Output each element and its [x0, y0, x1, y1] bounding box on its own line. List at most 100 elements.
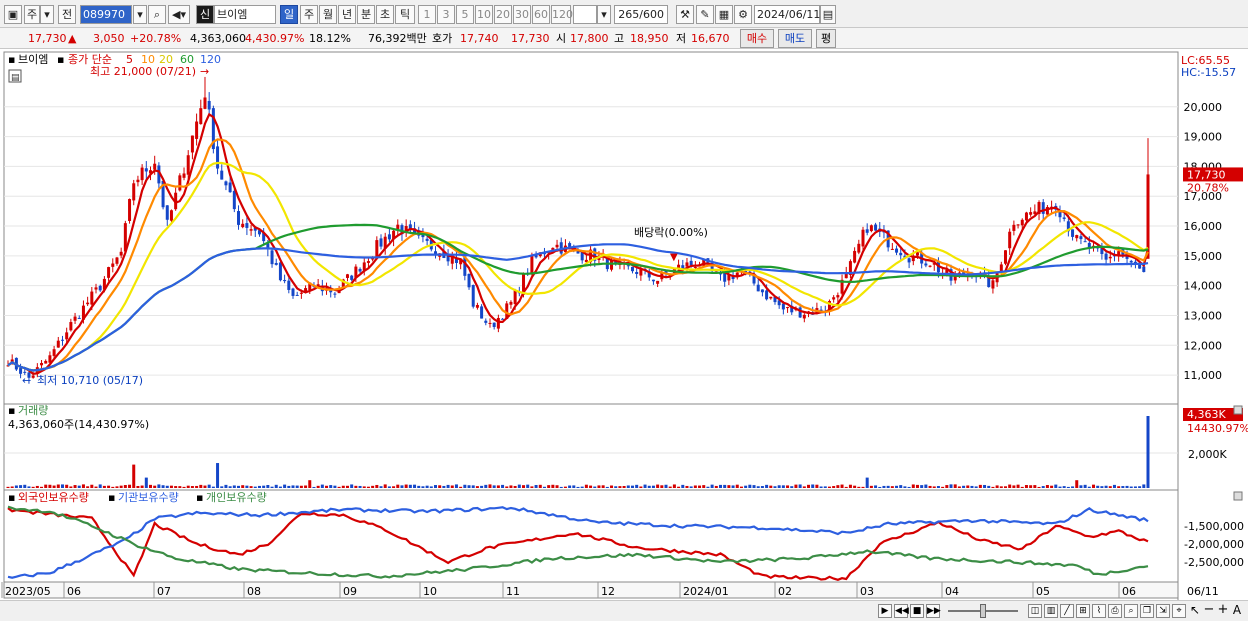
pointer-icon[interactable]: ↖	[1188, 604, 1202, 618]
candle-body	[769, 296, 773, 299]
dividend-marker-icon: ▼	[670, 252, 678, 263]
zoom-out-icon[interactable]: −	[1202, 603, 1216, 618]
search-icon[interactable]: ⌕	[148, 5, 166, 24]
candle-body	[216, 146, 220, 169]
draw-icon[interactable]: ✎	[696, 5, 714, 24]
interval-30[interactable]: 30	[513, 5, 531, 24]
crosshair-icon[interactable]: ⌖	[1172, 604, 1186, 618]
volume-bar	[555, 485, 559, 488]
volume-bar	[19, 485, 23, 488]
magnifier-icon[interactable]: ⌕	[1124, 604, 1138, 618]
period-month[interactable]: 월	[319, 5, 337, 24]
volume-panel-close-icon[interactable]	[1233, 405, 1243, 415]
interval-custom-input[interactable]	[573, 5, 597, 24]
interval-120[interactable]: 120	[551, 5, 573, 24]
market-dropdown-icon[interactable]: ▾	[40, 5, 54, 24]
volume-bar	[354, 485, 358, 488]
volume-bar	[807, 484, 811, 488]
code-dropdown-icon[interactable]: ▾	[133, 5, 147, 24]
candle-body	[425, 238, 429, 241]
candle-body	[480, 306, 484, 319]
volume-bar	[249, 486, 253, 488]
gear-icon[interactable]: ⚙	[734, 5, 752, 24]
candle-body	[861, 229, 865, 247]
candle-body	[299, 292, 303, 294]
volume-bar	[857, 486, 861, 488]
volume-bar	[149, 484, 152, 488]
scroll-right-icon[interactable]: ▶	[878, 604, 892, 618]
rewind-icon[interactable]: ◀◀	[894, 604, 909, 618]
volume-bar	[681, 484, 685, 488]
layout-icon[interactable]: ▥	[1044, 604, 1058, 618]
low-arrow-icon: ←	[22, 374, 31, 387]
candle-body	[387, 234, 391, 240]
volume-bar	[488, 484, 492, 488]
volume-bar	[702, 485, 706, 488]
prev-button[interactable]: 전	[58, 5, 76, 24]
market-select[interactable]: 주	[24, 5, 40, 24]
candle-body	[865, 229, 869, 233]
candle-body	[1008, 231, 1012, 249]
calendar-icon[interactable]: ▤	[820, 5, 836, 24]
copy-icon[interactable]: ❐	[1140, 604, 1154, 618]
volume-bar	[597, 485, 601, 488]
zoom-slider-handle[interactable]	[980, 604, 986, 618]
volume-bar	[73, 485, 77, 488]
volume-bar	[132, 464, 136, 488]
stock-name-field[interactable]: 브이엠	[214, 5, 276, 24]
line-tool-icon[interactable]: ╱	[1060, 604, 1074, 618]
ruler-icon[interactable]: ⊞	[1076, 604, 1090, 618]
interval-10[interactable]: 10	[475, 5, 493, 24]
period-day[interactable]: 일	[280, 5, 298, 24]
interval-1[interactable]: 1	[418, 5, 436, 24]
interval-3[interactable]: 3	[437, 5, 455, 24]
sell-button[interactable]: 매도	[778, 29, 812, 48]
volume-bar	[1045, 485, 1049, 488]
candle-body	[475, 304, 479, 308]
interval-5[interactable]: 5	[456, 5, 474, 24]
data-count-field[interactable]: 265/600	[614, 5, 668, 24]
candle-body	[626, 265, 630, 267]
price-ytick-label: 19,000	[1184, 131, 1223, 144]
zoom-in-icon[interactable]: +	[1216, 603, 1230, 618]
period-second[interactable]: 초	[376, 5, 394, 24]
date-input[interactable]: 2024/06/11	[754, 5, 820, 24]
chart-area[interactable]: 20,000 19,000 18,000 17,000 16,000 15,000 14,0…	[0, 50, 1248, 600]
candle-body	[165, 205, 169, 220]
window-icon[interactable]: ▣	[4, 5, 22, 24]
volume-bar	[932, 486, 936, 488]
volume-bar	[547, 485, 551, 488]
stock-code-input[interactable]: 089970	[80, 5, 132, 24]
buy-button[interactable]: 매수	[740, 29, 774, 48]
volume-bar	[157, 484, 161, 488]
candle-body	[56, 340, 60, 348]
date-axis-label: 11	[506, 585, 520, 598]
date-axis-label: 02	[778, 585, 792, 598]
interval-dropdown-icon[interactable]: ▾	[597, 5, 611, 24]
signal-icon[interactable]: ⌇	[1092, 604, 1106, 618]
sound-icon[interactable]: ◀▾	[168, 5, 190, 24]
grid-icon[interactable]: ▦	[715, 5, 733, 24]
interval-60[interactable]: 60	[532, 5, 550, 24]
volume-bar	[115, 486, 119, 488]
print-icon[interactable]: ⎙	[1108, 604, 1122, 618]
stop-icon[interactable]: ■	[910, 604, 924, 618]
holdings-panel-close-icon[interactable]	[1233, 491, 1243, 501]
volume-bar	[1087, 486, 1091, 488]
period-tick[interactable]: 틱	[395, 5, 415, 24]
period-year[interactable]: 년	[338, 5, 356, 24]
holdings-ytick-label: -1,500,000	[1184, 520, 1244, 533]
volume-bar	[81, 484, 85, 488]
low-annotation: 최저 10,710 (05/17)	[37, 374, 143, 387]
fast-forward-icon[interactable]: ▶▶	[926, 604, 941, 618]
volume-bar	[383, 484, 387, 488]
chart-svg[interactable]: 20,00019,00018,00017,00016,00015,00014,0…	[0, 50, 1248, 600]
export-icon[interactable]: ⇲	[1156, 604, 1170, 618]
compare-icon[interactable]: ◫	[1028, 604, 1042, 618]
period-minute[interactable]: 분	[357, 5, 375, 24]
avg-button[interactable]: 평	[816, 29, 836, 48]
interval-20[interactable]: 20	[494, 5, 512, 24]
period-week[interactable]: 주	[300, 5, 318, 24]
font-size-icon[interactable]: A	[1230, 604, 1244, 618]
tools-icon[interactable]: ⚒	[676, 5, 694, 24]
